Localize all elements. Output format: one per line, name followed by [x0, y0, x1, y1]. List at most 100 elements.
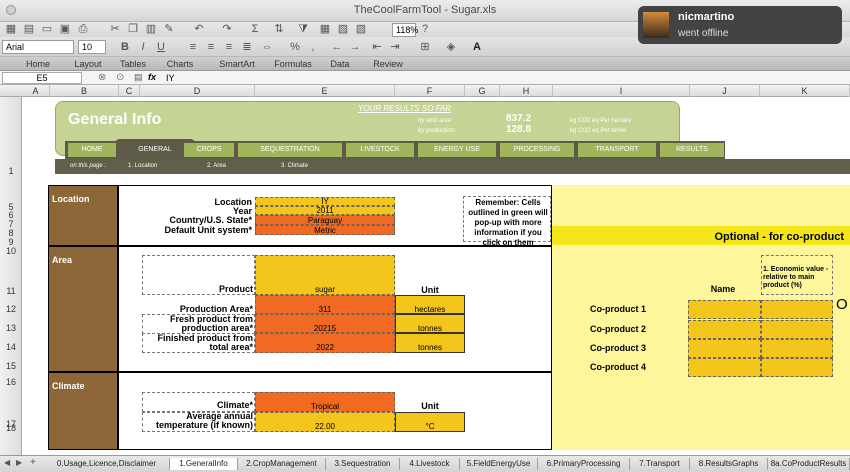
nav-general[interactable]: GENERAL: [120, 143, 190, 157]
temperature-unit[interactable]: °C: [395, 412, 465, 432]
sheet-tab-10[interactable]: 8a.CoProductResults: [768, 458, 850, 470]
italic-icon[interactable]: I: [136, 40, 150, 54]
ribbon-tab-smartart[interactable]: SmartArt: [214, 58, 260, 70]
help-icon[interactable]: ?: [418, 22, 432, 36]
row-header-13[interactable]: 13: [0, 323, 22, 333]
ribbon-tab-tables[interactable]: Tables: [114, 58, 152, 70]
finished-product-unit[interactable]: tonnes: [395, 333, 465, 353]
merge-icon[interactable]: ⇔: [260, 40, 274, 54]
next-sheet-icon[interactable]: ▶: [16, 458, 22, 467]
sheet-tab-8[interactable]: 7.Transport: [630, 458, 690, 470]
column-header-d[interactable]: D: [140, 85, 255, 97]
align-left-icon[interactable]: ≡: [186, 40, 200, 54]
column-header-j[interactable]: J: [690, 85, 760, 97]
nav-sequestration[interactable]: SEQUESTRATION: [238, 143, 342, 157]
undo-icon[interactable]: ↶: [192, 22, 206, 36]
coproduct-value-field-1[interactable]: [761, 300, 833, 319]
row-header-12[interactable]: 12: [0, 304, 22, 314]
nav-results[interactable]: RESULTS: [660, 143, 724, 157]
ribbon-tab-formulas[interactable]: Formulas: [268, 58, 318, 70]
underline-icon[interactable]: U: [154, 40, 168, 54]
paste-icon[interactable]: ▥: [144, 22, 158, 36]
coproduct-name-field-3[interactable]: [688, 339, 761, 358]
open-icon[interactable]: ▭: [40, 22, 54, 36]
sheet-tab-2[interactable]: 1.GeneralInfo: [170, 458, 238, 470]
finished-product-field[interactable]: 2022: [255, 333, 395, 353]
sheet-tab-6[interactable]: 5.FieldEnergyUse: [460, 458, 538, 470]
sheet-tab-5[interactable]: 4.Livestock: [400, 458, 460, 470]
gallery-icon[interactable]: ▦: [318, 22, 332, 36]
row-header-1[interactable]: 1: [0, 166, 22, 176]
ribbon-tab-data[interactable]: Data: [325, 58, 355, 70]
sheet-tab-1[interactable]: 0.Usage,Licence,Disclaimer: [44, 458, 170, 470]
close-window-icon[interactable]: [6, 5, 16, 15]
column-header-b[interactable]: B: [50, 85, 119, 97]
notification-toast[interactable]: nicmartino went offline: [638, 6, 842, 44]
ribbon-tab-review[interactable]: Review: [368, 58, 408, 70]
bold-icon[interactable]: B: [118, 40, 132, 54]
fresh-product-field[interactable]: 20215: [255, 314, 395, 333]
row-header-10[interactable]: 10: [0, 246, 22, 256]
coproduct-name-field-4[interactable]: [688, 358, 761, 377]
font-size-select[interactable]: 10: [78, 40, 106, 54]
comma-style-icon[interactable]: ,: [306, 40, 320, 54]
nav-energy-use[interactable]: ENERGY USE: [418, 143, 496, 157]
location-field[interactable]: IY: [255, 197, 395, 206]
column-header-g[interactable]: G: [465, 85, 500, 97]
add-sheet-icon[interactable]: +: [30, 457, 36, 468]
increase-indent-icon[interactable]: ⇥: [388, 40, 402, 54]
increase-decimal-icon[interactable]: →: [348, 40, 362, 54]
nav-crops[interactable]: CROPS: [184, 143, 234, 157]
coproduct-value-field-4[interactable]: [761, 358, 833, 377]
column-header-f[interactable]: F: [395, 85, 465, 97]
decrease-decimal-icon[interactable]: ←: [330, 40, 344, 54]
ribbon-tab-charts[interactable]: Charts: [158, 58, 202, 70]
unit-system-select[interactable]: Metric: [255, 225, 395, 235]
font-color-icon[interactable]: A: [470, 40, 484, 54]
template-icon[interactable]: ▤: [22, 22, 36, 36]
column-header-e[interactable]: E: [255, 85, 395, 97]
production-area-unit[interactable]: hectares: [395, 295, 465, 314]
align-right-icon[interactable]: ≡: [222, 40, 236, 54]
column-header-c[interactable]: C: [119, 85, 140, 97]
column-header-k[interactable]: K: [760, 85, 850, 97]
ribbon-tab-layout[interactable]: Layout: [68, 58, 108, 70]
fill-color-icon[interactable]: ◈: [444, 40, 458, 54]
sheet-tab-9[interactable]: 8.ResultsGraphs: [690, 458, 768, 470]
column-header-h[interactable]: H: [500, 85, 553, 97]
product-field[interactable]: sugar: [255, 255, 395, 295]
coproduct-value-field-3[interactable]: [761, 339, 833, 358]
sheet-tab-4[interactable]: 3.Sequestration: [326, 458, 400, 470]
autosum-icon[interactable]: Σ: [248, 22, 262, 36]
temperature-field[interactable]: 22.00: [255, 412, 395, 432]
borders-icon[interactable]: ⊞: [418, 40, 432, 54]
print-icon[interactable]: ⎙: [76, 22, 90, 36]
save-icon[interactable]: ▣: [58, 22, 72, 36]
coproduct-name-field-2[interactable]: [688, 320, 761, 339]
row-header-15[interactable]: 15: [0, 361, 22, 371]
percent-icon[interactable]: %: [288, 40, 302, 54]
fx-label[interactable]: fx: [148, 72, 156, 82]
coproduct-name-field-1[interactable]: [688, 300, 761, 319]
filter-icon[interactable]: ⧩: [296, 22, 310, 36]
column-header-a[interactable]: A: [22, 85, 50, 97]
row-header-11[interactable]: 11: [0, 286, 22, 296]
row-header-14[interactable]: 14: [0, 342, 22, 352]
copy-icon[interactable]: ❐: [126, 22, 140, 36]
sidebar-icon[interactable]: ▧: [336, 22, 350, 36]
subnav-area[interactable]: 2. Area: [207, 162, 226, 171]
name-box[interactable]: E5: [2, 72, 82, 84]
font-name-select[interactable]: Arial: [2, 40, 74, 54]
production-area-field[interactable]: 311: [255, 295, 395, 314]
year-field[interactable]: 2011: [255, 206, 395, 215]
justify-icon[interactable]: ≣: [240, 40, 254, 54]
row-header-16[interactable]: 16: [0, 377, 22, 387]
fresh-product-unit[interactable]: tonnes: [395, 314, 465, 333]
subnav-climate[interactable]: 3. Climate: [281, 162, 308, 171]
country-select[interactable]: Paraguay: [255, 215, 395, 225]
cut-icon[interactable]: ✂: [108, 22, 122, 36]
subnav-location[interactable]: 1. Location: [128, 162, 157, 171]
formula-input[interactable]: IY: [166, 72, 846, 84]
format-painter-icon[interactable]: ✎: [162, 22, 176, 36]
sheet-tab-7[interactable]: 6.PrimaryProcessing: [538, 458, 630, 470]
